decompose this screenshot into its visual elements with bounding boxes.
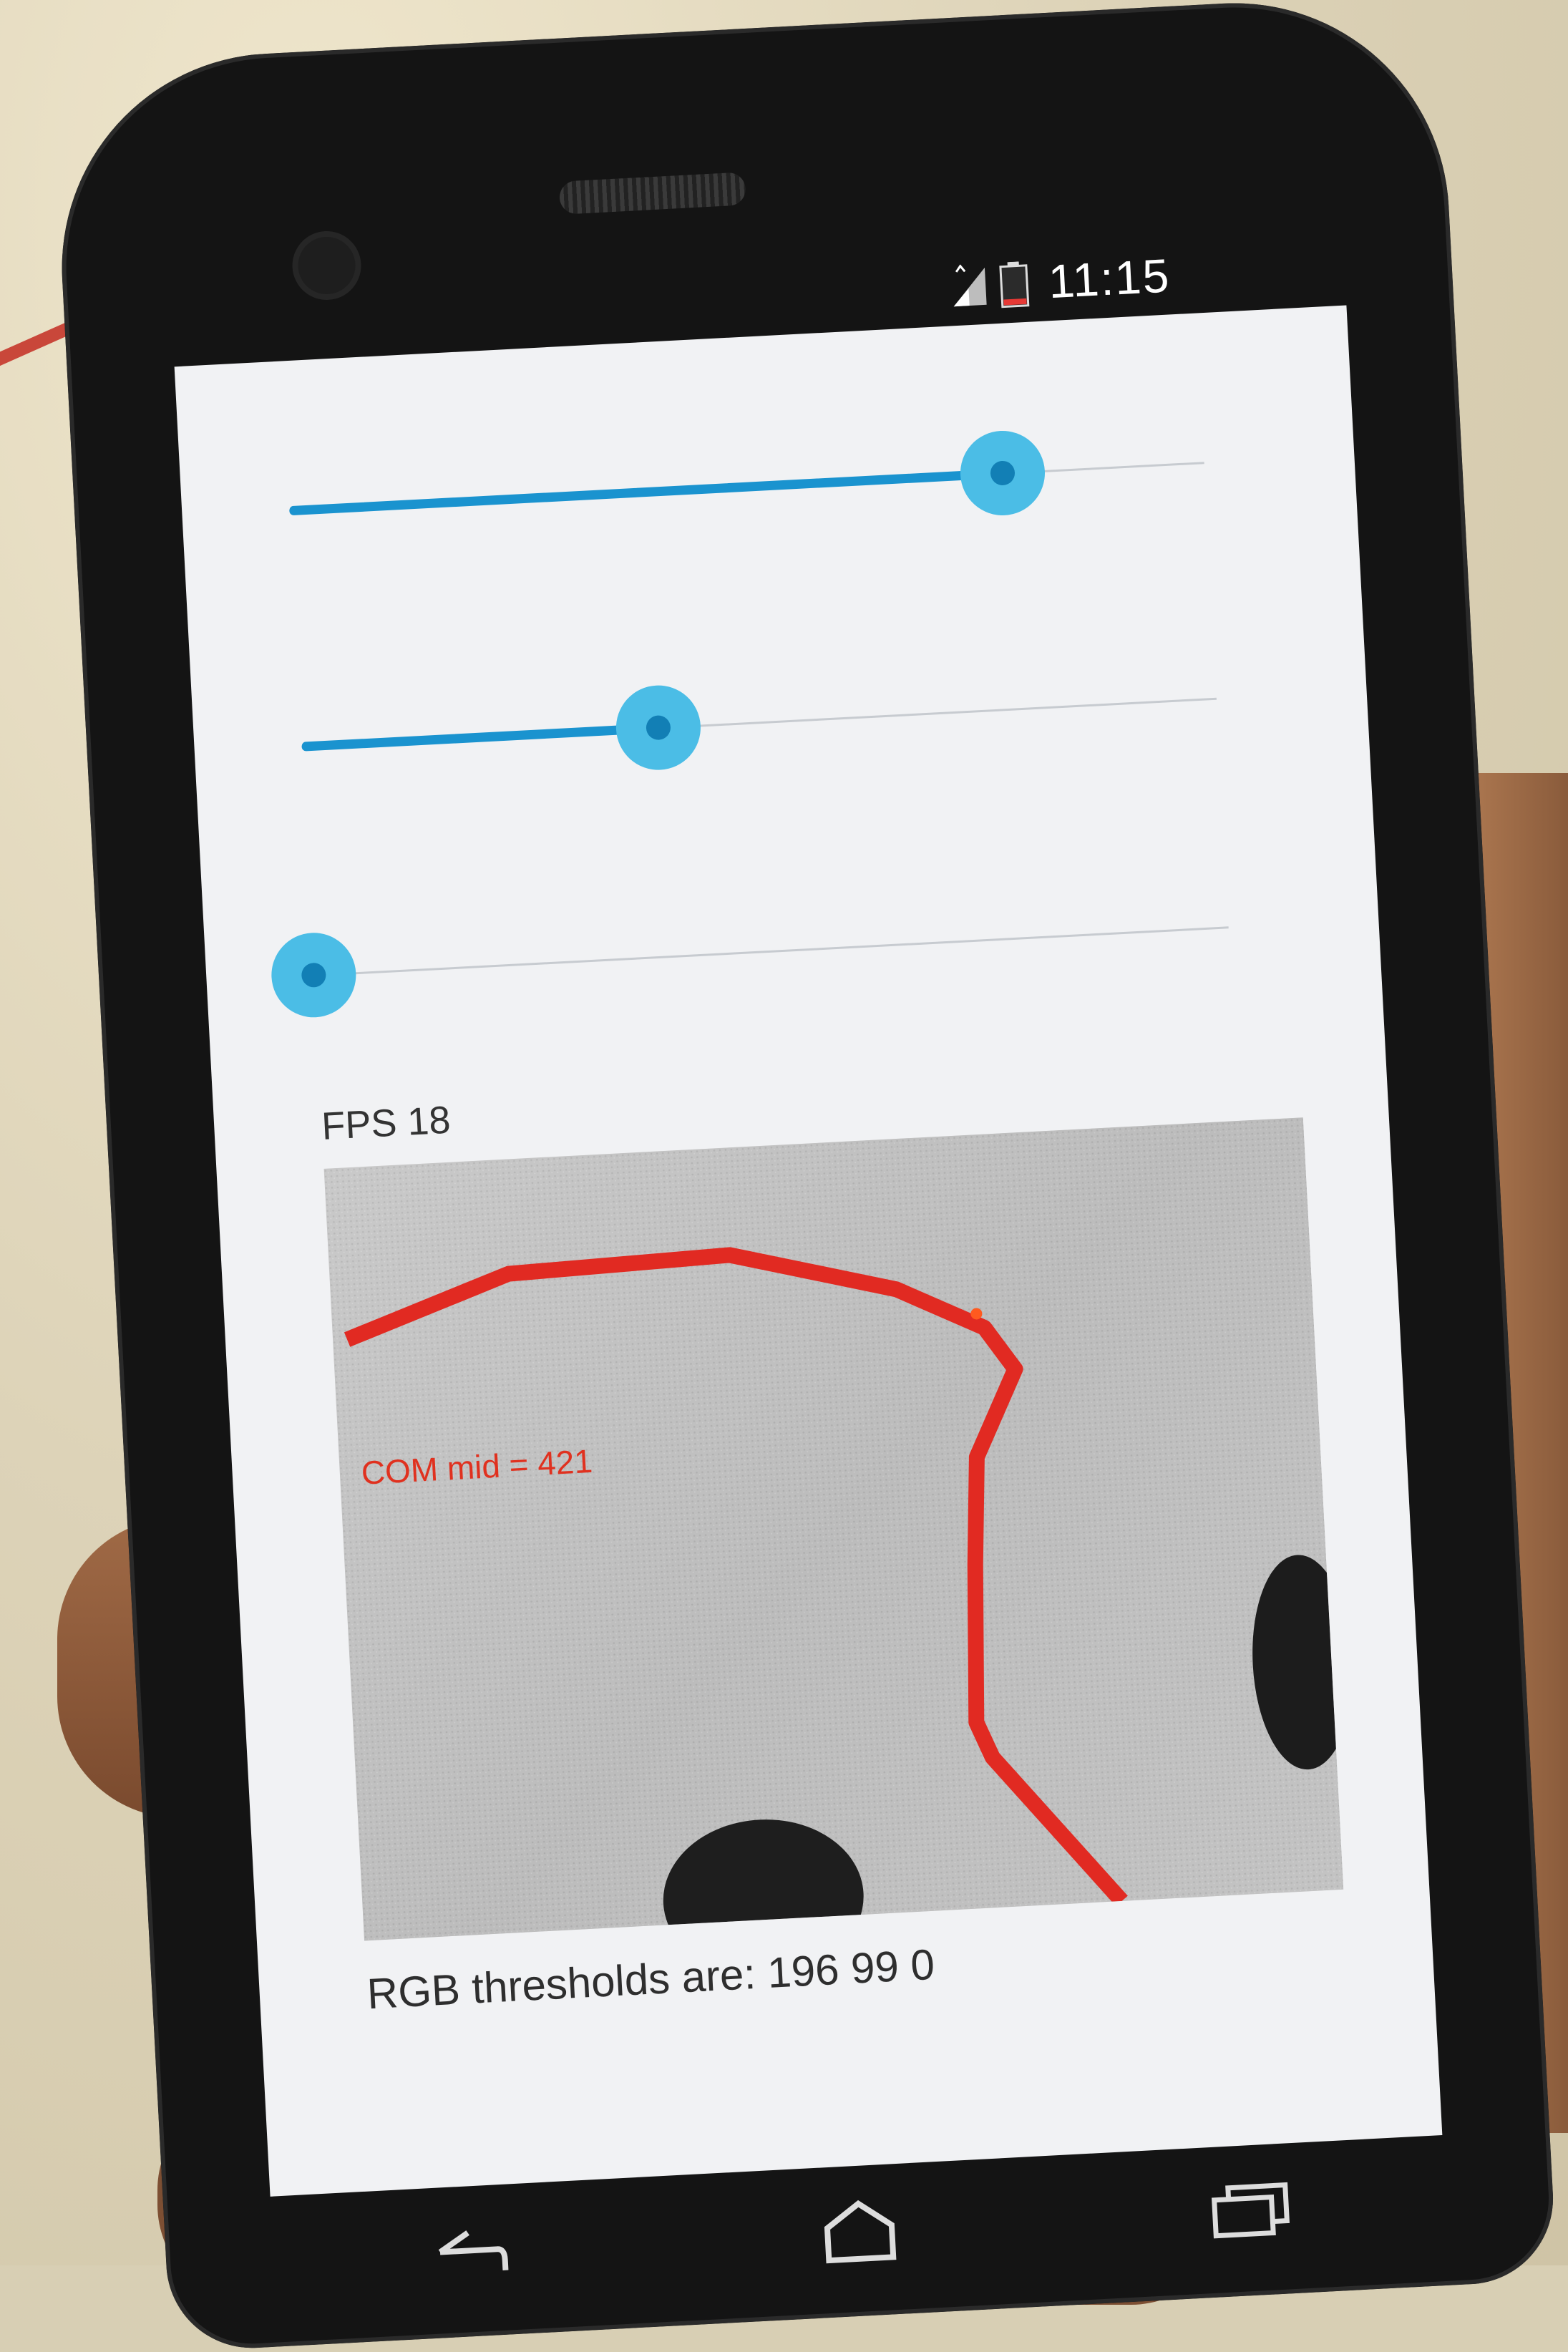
blue-threshold-slider[interactable]: [269, 885, 1231, 1020]
home-button[interactable]: [800, 2188, 919, 2273]
slider-track: [313, 926, 1229, 977]
back-icon: [439, 2230, 509, 2270]
app-screen: FPS 18 COM mid = 421 RGB thresholds are:: [174, 305, 1443, 2197]
fps-label: FPS 18: [320, 1098, 452, 1148]
slider-fill: [301, 723, 659, 752]
tracked-line-overlay: [323, 1117, 1344, 1941]
signal-icon: [950, 263, 988, 308]
home-icon: [824, 2200, 897, 2264]
slider-fill: [289, 468, 1003, 516]
earpiece-speaker: [558, 172, 746, 215]
red-threshold-slider[interactable]: [287, 420, 1207, 554]
battery-icon: [999, 261, 1037, 308]
clock: 11:15: [1047, 248, 1172, 308]
front-camera: [296, 235, 357, 296]
green-threshold-slider[interactable]: [300, 656, 1219, 790]
slider-thumb[interactable]: [958, 428, 1048, 517]
rgb-thresholds-label: RGB thresholds are: 196 99 0: [366, 1940, 936, 2018]
recent-apps-icon: [1211, 2182, 1290, 2239]
status-bar: 11:15: [950, 238, 1253, 319]
phone: 11:15 FPS 18 COM mid = 421 RGB threshold…: [51, 0, 1558, 2352]
slider-thumb[interactable]: [269, 930, 359, 1020]
camera-preview: COM mid = 421: [323, 1117, 1344, 1941]
recent-apps-button[interactable]: [1191, 2167, 1310, 2252]
slider-thumb[interactable]: [614, 683, 703, 772]
back-button[interactable]: [410, 2208, 529, 2293]
